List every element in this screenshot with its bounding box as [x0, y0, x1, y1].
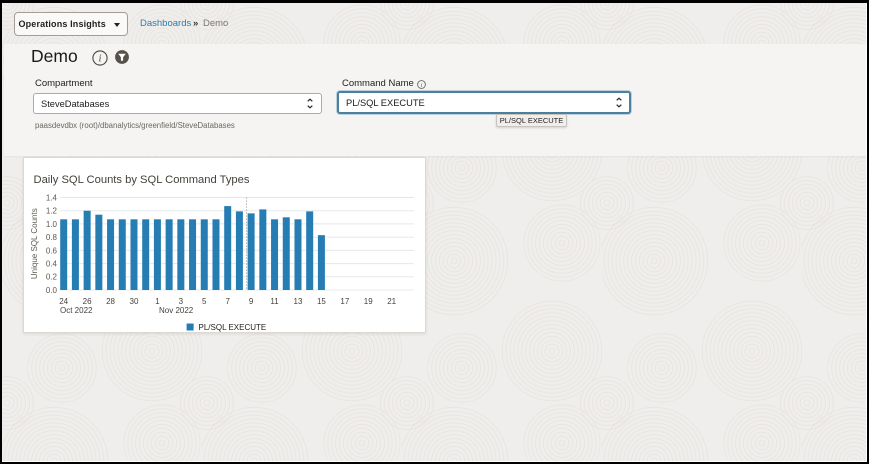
svg-text:1.0: 1.0 — [46, 220, 58, 229]
svg-text:3: 3 — [179, 297, 184, 306]
svg-text:19: 19 — [364, 297, 373, 306]
svg-text:Nov 2022: Nov 2022 — [159, 306, 194, 315]
svg-text:5: 5 — [202, 297, 207, 306]
svg-text:Unique SQL Counts: Unique SQL Counts — [30, 208, 39, 279]
svg-text:i: i — [98, 54, 101, 65]
svg-text:0.0: 0.0 — [46, 286, 58, 295]
svg-text:0.2: 0.2 — [46, 273, 58, 282]
svg-text:1.4: 1.4 — [46, 193, 58, 202]
svg-text:30: 30 — [130, 297, 139, 306]
svg-text:Daily SQL Counts by SQL Comman: Daily SQL Counts by SQL Command Types — [34, 174, 250, 186]
svg-text:28: 28 — [106, 297, 115, 306]
svg-text:1.2: 1.2 — [46, 207, 58, 216]
svg-text:13: 13 — [294, 297, 303, 306]
svg-text:21: 21 — [387, 297, 396, 306]
svg-text:11: 11 — [270, 297, 279, 306]
svg-text:9: 9 — [249, 297, 254, 306]
svg-text:0.6: 0.6 — [46, 246, 58, 255]
svg-text:Oct 2022: Oct 2022 — [60, 306, 93, 315]
svg-text:24: 24 — [59, 297, 68, 306]
svg-text:7: 7 — [225, 297, 230, 306]
svg-text:1: 1 — [155, 297, 160, 306]
svg-text:0.8: 0.8 — [46, 233, 58, 242]
svg-text:26: 26 — [83, 297, 92, 306]
svg-text:0.4: 0.4 — [46, 259, 58, 268]
svg-text:i: i — [421, 81, 423, 88]
svg-text:PL/SQL EXECUTE: PL/SQL EXECUTE — [199, 323, 267, 332]
svg-text:17: 17 — [340, 297, 349, 306]
svg-text:15: 15 — [317, 297, 326, 306]
